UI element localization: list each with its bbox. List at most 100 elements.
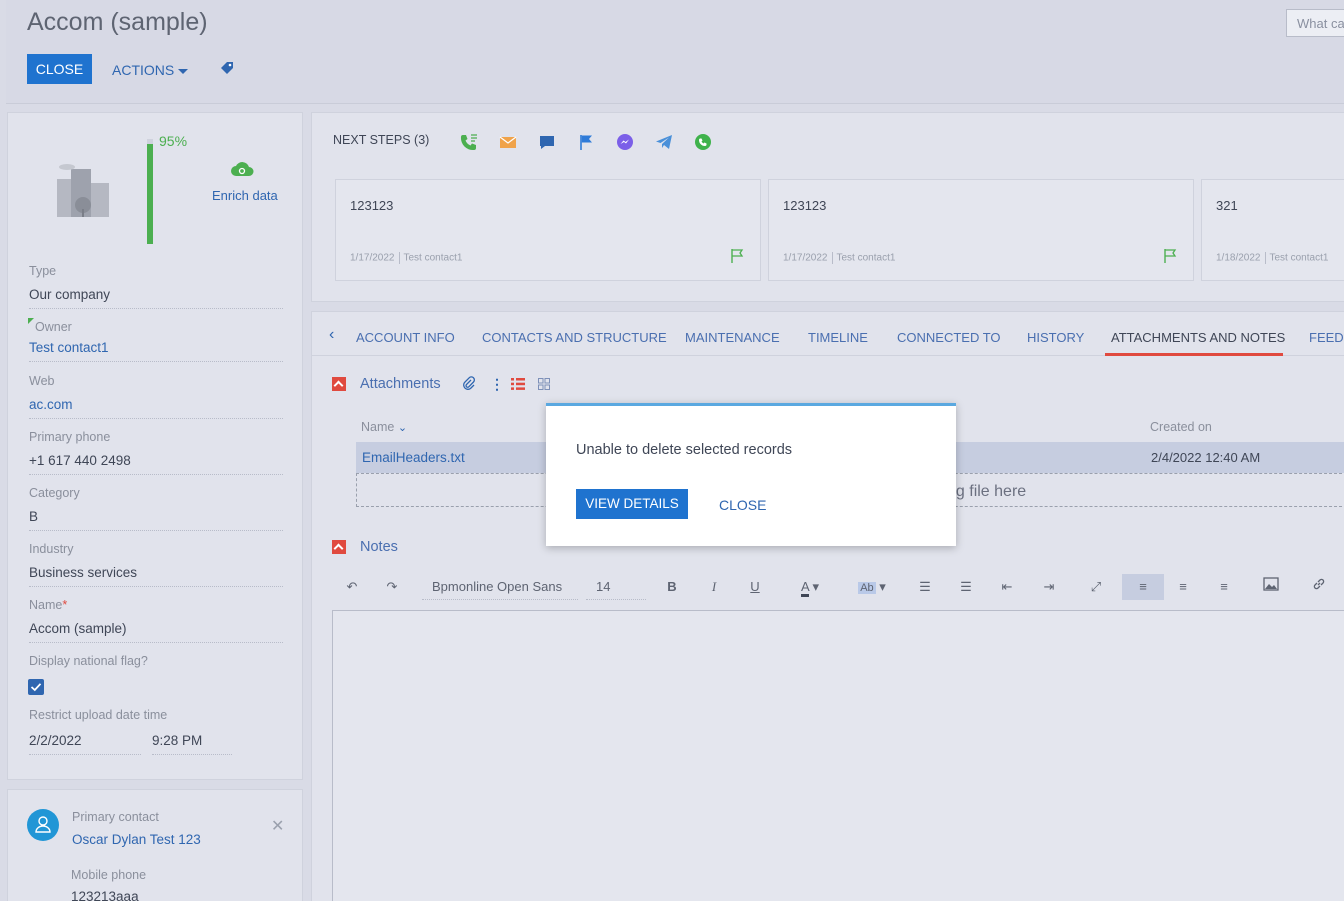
page-header: Accom (sample) CLOSE ACTIONS What ca — [6, 0, 1344, 104]
next-step-owner: Test contact1 — [836, 252, 896, 264]
search-input[interactable]: What ca — [1286, 9, 1344, 37]
sort-down-icon[interactable]: ⌄ — [398, 422, 407, 434]
details-panel: ‹ ACCOUNT INFO CONTACTS AND STRUCTURE MA… — [311, 311, 1344, 901]
telegram-icon[interactable] — [655, 133, 673, 151]
next-step-meta: 1/17/2022 Test contact1 — [783, 252, 895, 264]
tab-attachments-and-notes[interactable]: ATTACHMENTS AND NOTES — [1111, 330, 1285, 345]
view-details-button[interactable]: VIEW DETAILS — [576, 489, 688, 519]
next-step-card[interactable]: 123123 1/17/2022 Test contact1 — [335, 179, 761, 281]
tab-connected-to[interactable]: CONNECTED TO — [897, 330, 1001, 345]
highlight-color-icon[interactable]: Ab ▾ — [852, 574, 892, 600]
tag-icon[interactable] — [220, 61, 234, 78]
restrict-date-input[interactable]: 2/2/2022 — [29, 733, 141, 755]
messenger-icon[interactable] — [616, 133, 634, 151]
notes-title[interactable]: Notes — [360, 539, 398, 555]
phone-icon[interactable] — [460, 133, 478, 151]
owner-value[interactable]: Test contact1 — [29, 340, 283, 362]
tab-timeline[interactable]: TIMELINE — [808, 330, 868, 345]
owner-label: Owner — [35, 320, 72, 334]
font-family-select[interactable]: Bpmonline Open Sans — [422, 574, 578, 600]
link-icon[interactable] — [1309, 574, 1329, 600]
font-color-icon[interactable]: A ▾ — [790, 574, 830, 600]
flag-icon[interactable] — [577, 133, 595, 151]
tab-feed[interactable]: FEED — [1309, 330, 1344, 345]
collapse-notes-icon[interactable] — [332, 540, 346, 554]
undo-icon[interactable]: ↶ — [342, 574, 362, 600]
phone-value[interactable]: +1 617 440 2498 — [29, 453, 283, 475]
whatsapp-icon[interactable] — [694, 133, 712, 151]
next-step-text: 123123 — [783, 198, 827, 213]
numbered-list-icon[interactable]: ☰ — [915, 574, 935, 600]
flag-field: Display national flag? — [29, 654, 283, 668]
type-value[interactable]: Our company — [29, 287, 283, 309]
web-label: Web — [29, 374, 55, 388]
tab-maintenance[interactable]: MAINTENANCE — [685, 330, 780, 345]
collapse-attachments-icon[interactable] — [332, 377, 346, 391]
web-value[interactable]: ac.com — [29, 397, 283, 419]
outdent-icon[interactable]: ⇤ — [997, 574, 1017, 600]
created-on-column-header[interactable]: Created on — [1150, 420, 1212, 434]
dialog-close-button[interactable]: CLOSE — [719, 497, 766, 513]
name-value[interactable]: Accom (sample) — [29, 621, 283, 643]
company-building-icon[interactable] — [53, 159, 113, 222]
redo-icon[interactable]: ↷ — [382, 574, 402, 600]
required-marker: * — [62, 598, 68, 612]
category-value[interactable]: B — [29, 509, 283, 531]
next-step-card[interactable]: 123123 1/17/2022 Test contact1 — [768, 179, 1194, 281]
dialog-message: Unable to delete selected records — [576, 442, 793, 458]
next-step-meta: 1/17/2022 Test contact1 — [350, 252, 462, 264]
category-field: Category B — [29, 486, 283, 531]
attachment-created-on: 2/4/2022 12:40 AM — [1151, 450, 1261, 465]
next-step-card[interactable]: 321 1/18/2022 Test contact1 — [1201, 179, 1344, 281]
restrict-time-input[interactable]: 9:28 PM — [152, 733, 232, 755]
attachments-title[interactable]: Attachments — [360, 376, 441, 392]
primary-contact-label: Primary contact — [72, 810, 159, 824]
tab-history[interactable]: HISTORY — [1027, 330, 1084, 345]
indent-icon[interactable]: ⇥ — [1039, 574, 1059, 600]
paperclip-icon[interactable] — [462, 376, 476, 393]
fullscreen-icon[interactable]: ⤢ — [1086, 574, 1106, 600]
primary-contact-name[interactable]: Oscar Dylan Test 123 — [72, 832, 201, 847]
more-vertical-icon[interactable]: ⋮ — [490, 376, 504, 393]
tab-bar: ‹ ACCOUNT INFO CONTACTS AND STRUCTURE MA… — [312, 312, 1344, 356]
close-icon[interactable]: ✕ — [271, 816, 284, 836]
underline-icon[interactable]: U — [745, 574, 765, 600]
flag-outline-icon[interactable] — [730, 248, 744, 267]
tab-account-info[interactable]: ACCOUNT INFO — [356, 330, 455, 345]
industry-value[interactable]: Business services — [29, 565, 283, 587]
phone-label: Primary phone — [29, 430, 111, 444]
align-right-icon[interactable]: ≡ — [1214, 574, 1234, 600]
list-view-icon[interactable] — [511, 378, 525, 393]
category-label: Category — [29, 486, 80, 500]
attachment-name-link[interactable]: EmailHeaders.txt — [362, 450, 465, 465]
notes-editor[interactable] — [332, 610, 1344, 901]
actions-button[interactable]: ACTIONS — [112, 62, 189, 78]
align-left-icon[interactable]: ≡ — [1122, 574, 1164, 600]
bold-icon[interactable]: B — [662, 574, 682, 600]
completeness-fill — [147, 144, 153, 244]
image-icon[interactable] — [1261, 574, 1281, 600]
tile-view-icon[interactable] — [538, 378, 550, 393]
italic-icon[interactable]: I — [704, 574, 724, 600]
tab-contacts-and-structure[interactable]: CONTACTS AND STRUCTURE — [482, 330, 667, 345]
font-size-select[interactable]: 14 — [586, 574, 646, 600]
email-icon[interactable] — [499, 133, 517, 151]
flag-outline-icon[interactable] — [1163, 248, 1177, 267]
web-field: Web ac.com — [29, 374, 283, 419]
next-steps-panel: NEXT STEPS (3) 123123 1/17/2022 Test cont… — [311, 112, 1344, 302]
display-flag-checkbox[interactable] — [28, 679, 44, 695]
name-column-header[interactable]: Name ⌄ — [361, 420, 407, 434]
next-steps-title[interactable]: NEXT STEPS (3) — [333, 133, 429, 147]
mobile-phone-value[interactable]: 123213aaa — [71, 889, 139, 901]
chevron-left-icon[interactable]: ‹ — [329, 326, 334, 344]
chat-icon[interactable] — [538, 133, 556, 151]
close-button[interactable]: CLOSE — [27, 54, 92, 84]
avatar[interactable] — [27, 809, 59, 841]
cloud-search-icon[interactable] — [230, 161, 254, 180]
next-step-date: 1/18/2022 — [1216, 252, 1261, 264]
enrich-data-link[interactable]: Enrich data — [212, 188, 278, 203]
next-step-date: 1/17/2022 — [783, 252, 828, 264]
align-center-icon[interactable]: ≡ — [1173, 574, 1193, 600]
type-label: Type — [29, 264, 57, 278]
bulleted-list-icon[interactable]: ☰ — [956, 574, 976, 600]
